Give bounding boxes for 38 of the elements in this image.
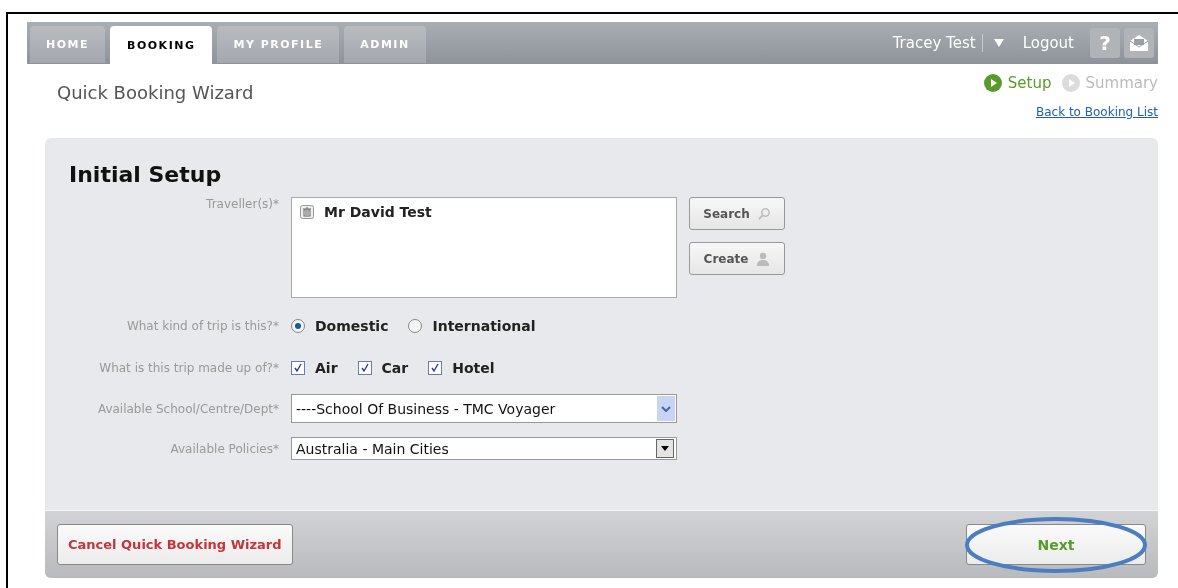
mail-button[interactable] <box>1124 28 1154 58</box>
envelope-icon <box>1129 34 1149 52</box>
search-button[interactable]: Search <box>689 197 785 230</box>
option-label: International <box>432 318 536 334</box>
cancel-button[interactable]: Cancel Quick Booking Wizard <box>57 524 293 565</box>
chevron-icon <box>661 405 671 412</box>
next-button[interactable]: Next <box>966 524 1146 565</box>
option-label: Domestic <box>315 318 389 334</box>
page-title: Quick Booking Wizard <box>57 82 254 105</box>
traveller-name: Mr David Test <box>324 204 432 220</box>
back-link[interactable]: Back to Booking List <box>1035 105 1158 119</box>
section-title: Initial Setup <box>69 162 223 187</box>
field-label: What kind of trip is this?* <box>125 319 280 333</box>
person-icon <box>756 251 771 266</box>
option-label: Hotel <box>452 360 495 376</box>
nav-tab[interactable]: BOOKING <box>110 26 213 64</box>
checkbox[interactable] <box>428 361 443 375</box>
logout-link[interactable]: Logout <box>1022 34 1074 52</box>
option-label: Air <box>315 360 338 376</box>
create-button[interactable]: Create <box>689 242 785 275</box>
department-dropdown[interactable]: ----School Of Business - TMC Voyager <box>291 394 677 423</box>
radio-button[interactable] <box>291 319 305 333</box>
field-label: Traveller(s)* <box>205 197 280 211</box>
checkbox[interactable] <box>291 361 305 375</box>
option-label: Car <box>381 360 409 376</box>
radio-button[interactable] <box>408 319 423 333</box>
checkbox[interactable] <box>357 361 372 375</box>
policy-dropdown[interactable]: Australia - Main Cities <box>291 437 677 460</box>
caret-icon[interactable] <box>992 38 1005 48</box>
caret-icon <box>661 446 669 451</box>
trash-icon[interactable] <box>300 205 314 219</box>
user-name[interactable]: Tracey Test <box>892 34 983 52</box>
field-label: What is this trip made up of?* <box>98 361 280 375</box>
wizard-step: Setup <box>1007 74 1052 92</box>
field-label: Available School/Centre/Dept* <box>96 401 280 416</box>
search-icon <box>757 207 771 220</box>
field-label: Available Policies* <box>169 441 280 456</box>
wizard-step: Summary <box>1085 74 1158 92</box>
